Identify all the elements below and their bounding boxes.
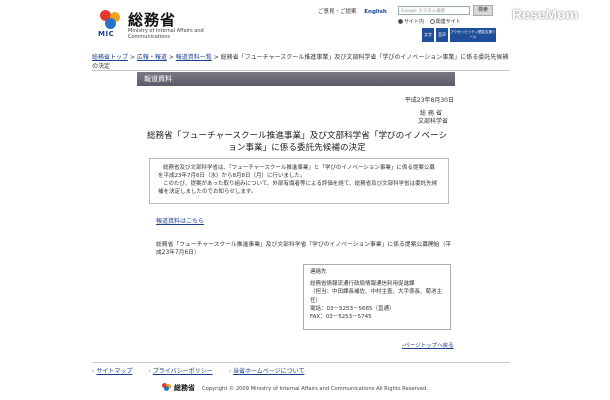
release-date: 平成23年8月30日 xyxy=(404,97,454,104)
radio-selected-icon xyxy=(398,19,403,24)
summary-paragraph: 総務省及び文部科学省は、「フューチャースクール推進事業」と「学びのイノベーション… xyxy=(158,165,435,179)
breadcrumb-separator: > xyxy=(129,54,135,61)
chevron-right-icon: › xyxy=(92,368,95,375)
feedback-link[interactable]: ご意見・ご提案 xyxy=(318,9,357,15)
site-header: MIC 総務省 Ministry of Internal Affairs and… xyxy=(92,0,510,48)
logo-title: 総務省 xyxy=(128,11,177,29)
footer-logo: 総務省 xyxy=(162,381,196,395)
radio-related[interactable]: 関連サイト xyxy=(429,19,461,25)
header-links: ご意見・ご提案 English xyxy=(318,7,393,15)
radio-unselected-icon xyxy=(429,19,435,24)
breadcrumb-divider xyxy=(92,70,510,71)
breadcrumb-separator: > xyxy=(168,54,174,61)
footer-logo-text: 総務省 xyxy=(174,384,195,392)
breadcrumb-separator: > xyxy=(213,54,219,61)
breadcrumb-pr[interactable]: 広報・報道 xyxy=(137,54,167,61)
chevron-right-icon: › xyxy=(228,368,231,375)
english-link[interactable]: English xyxy=(364,9,387,15)
breadcrumb-releases[interactable]: 報道資料一覧 xyxy=(176,54,212,61)
text-size-button[interactable]: 文字 xyxy=(422,28,434,42)
footer-link-sitemap[interactable]: サイトマップ xyxy=(96,368,132,375)
logo-mark-icon xyxy=(100,10,124,30)
search-input[interactable]: Google カスタム検索 xyxy=(398,6,470,15)
contact-staff: （担当：中田課長補佐、中村主査、大手係長、菊池主任） xyxy=(310,289,443,304)
summary-paragraph: このたび、提案があった取り組みについて、外部有識者等による評価を経て、総務省及び… xyxy=(158,181,438,195)
radio-site[interactable]: サイト内 xyxy=(398,19,424,25)
contact-dept: 総務省情報流通行政局情報通信利用促進課 xyxy=(310,281,415,288)
accessibility-tool-button[interactable]: アクセシビリティ閲覧支援ツール xyxy=(450,28,496,42)
chevron-right-icon: › xyxy=(148,368,151,375)
logo-english-name: Ministry of Internal Affairs and Communi… xyxy=(128,28,204,40)
logo-mark-icon xyxy=(162,383,172,391)
page-top-link[interactable]: ›ページトップへ戻る xyxy=(402,341,454,349)
contact-tel: 電話：03－5253－5685（直通） xyxy=(310,305,395,312)
footer-links: › サイトマップ › プライバシーポリシー › 当省ホームページについて xyxy=(92,366,510,375)
page: MIC 総務省 Ministry of Internal Affairs and… xyxy=(92,0,510,400)
logo-mic: MIC xyxy=(98,30,115,38)
footer-link-privacy[interactable]: プライバシーポリシー xyxy=(153,368,213,375)
footer-divider xyxy=(92,362,510,363)
site-logo[interactable]: MIC 総務省 Ministry of Internal Affairs and… xyxy=(96,8,226,42)
contact-box: 連絡先 総務省情報流通行政局情報通信利用促進課 （担当：中田課長補佐、中村主査、… xyxy=(303,264,451,330)
copyright: Copyright © 2009 Ministry of Internal Af… xyxy=(202,386,428,392)
voice-button[interactable]: 音声 xyxy=(436,28,448,42)
search-scope: サイト内 関連サイト xyxy=(398,18,461,25)
watermark: ReseMom xyxy=(512,6,579,22)
page-title: 総務省「フューチャースクール推進事業」及び文部科学省「学びのイノベーション事業」… xyxy=(146,131,448,153)
release-data-link[interactable]: 報道資料はこちら xyxy=(156,216,204,225)
contact-fax: FAX：03－5253－5745 xyxy=(310,314,372,321)
related-announcement: 総務省「フューチャースクール推進事業」及び文部科学省「学びのイノベーション事業」… xyxy=(156,242,452,256)
search-button[interactable]: 検索 xyxy=(473,5,493,16)
summary-box: 総務省及び文部科学省は、「フューチャースクール推進事業」と「学びのイノベーション… xyxy=(149,158,449,204)
section-header: 報道資料 xyxy=(137,72,455,86)
org-mext: 文部科学省 xyxy=(417,118,448,125)
breadcrumb-home[interactable]: 総務省トップ xyxy=(92,54,128,61)
footer-link-about[interactable]: 当省ホームページについて xyxy=(233,368,305,375)
contact-heading: 連絡先 xyxy=(310,269,327,275)
breadcrumb: 総務省トップ > 広報・報道 > 報道資料一覧 > 総務省「フューチャースクール… xyxy=(92,53,510,71)
